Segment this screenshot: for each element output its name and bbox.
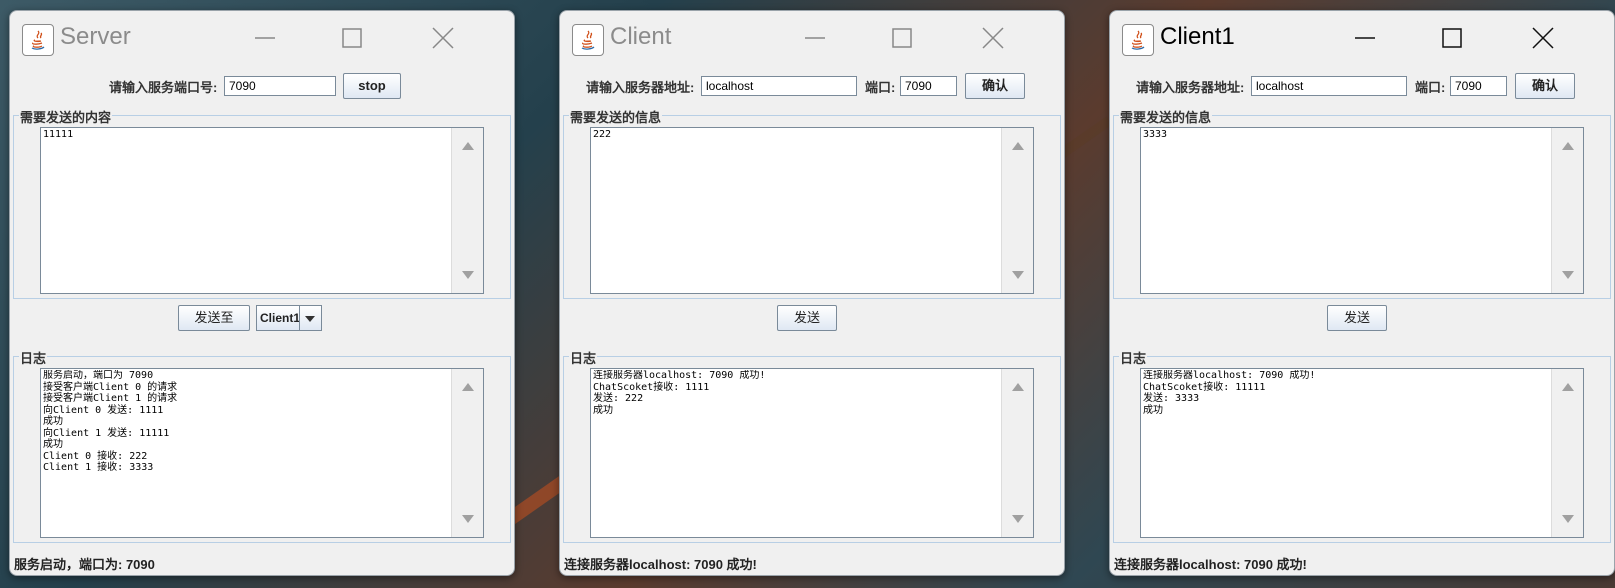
status-bar: 连接服务器localhost: 7090 成功! bbox=[1114, 557, 1307, 572]
log-text: 连接服务器localhost: 7090 成功! ChatScoket接收: 1… bbox=[1143, 370, 1316, 416]
send-text: 11111 bbox=[43, 129, 74, 140]
close-icon[interactable] bbox=[1528, 23, 1558, 53]
port-label: 端口: bbox=[1415, 80, 1446, 95]
scrollbar[interactable] bbox=[1551, 128, 1583, 293]
log-group: 日志 连接服务器localhost: 7090 成功! ChatScoket接收… bbox=[1113, 348, 1611, 543]
address-input[interactable]: localhost bbox=[701, 76, 857, 96]
minimize-icon[interactable] bbox=[800, 23, 830, 53]
confirm-button[interactable]: 确认 bbox=[1515, 73, 1575, 99]
scrollbar[interactable] bbox=[451, 369, 483, 537]
log-title: 日志 bbox=[19, 348, 48, 367]
port-input[interactable]: 7090 bbox=[224, 76, 336, 96]
stop-button[interactable]: stop bbox=[343, 73, 401, 99]
scrollbar[interactable] bbox=[1551, 369, 1583, 537]
scroll-up-icon[interactable] bbox=[462, 142, 474, 150]
status-bar: 服务启动，端口为: 7090 bbox=[14, 557, 155, 572]
scroll-down-icon[interactable] bbox=[1562, 515, 1574, 523]
client-select-value: Client1 bbox=[260, 311, 301, 325]
scroll-down-icon[interactable] bbox=[1012, 271, 1024, 279]
address-input[interactable]: localhost bbox=[1251, 76, 1407, 96]
log-text: 服务启动，端口为 7090 接受客户端Client 0 的请求 接受客户端Cli… bbox=[43, 370, 178, 473]
scroll-up-icon[interactable] bbox=[1562, 383, 1574, 391]
scroll-down-icon[interactable] bbox=[1012, 515, 1024, 523]
close-icon[interactable] bbox=[428, 23, 458, 53]
address-label: 请输入服务器地址: bbox=[586, 80, 695, 95]
send-content-group: 需要发送的内容 11111 bbox=[13, 107, 511, 299]
client-window: Client 请输入服务器地址: localhost 端口: 7090 确认 需… bbox=[559, 10, 1065, 576]
maximize-icon[interactable] bbox=[887, 23, 917, 53]
title-bar[interactable]: Server bbox=[10, 11, 514, 63]
window-title: Client bbox=[610, 23, 672, 50]
send-button[interactable]: 发送 bbox=[1327, 305, 1387, 331]
send-text: 3333 bbox=[1143, 129, 1168, 140]
port-input[interactable]: 7090 bbox=[1450, 76, 1507, 96]
title-bar[interactable]: Client1 bbox=[1110, 11, 1614, 63]
scroll-up-icon[interactable] bbox=[1012, 383, 1024, 391]
send-content-group: 需要发送的信息 3333 bbox=[1113, 107, 1611, 299]
log-title: 日志 bbox=[1119, 348, 1148, 367]
send-textarea[interactable]: 222 bbox=[590, 127, 1034, 294]
address-label: 请输入服务器地址: bbox=[1136, 80, 1245, 95]
log-group: 日志 连接服务器localhost: 7090 成功! ChatScoket接收… bbox=[563, 348, 1061, 543]
title-bar[interactable]: Client bbox=[560, 11, 1064, 63]
java-icon bbox=[572, 24, 604, 56]
send-content-title: 需要发送的信息 bbox=[569, 107, 663, 126]
java-icon bbox=[22, 24, 54, 56]
log-group: 日志 服务启动，端口为 7090 接受客户端Client 0 的请求 接受客户端… bbox=[13, 348, 511, 543]
scroll-up-icon[interactable] bbox=[1012, 142, 1024, 150]
log-title: 日志 bbox=[569, 348, 598, 367]
scroll-down-icon[interactable] bbox=[1562, 271, 1574, 279]
log-textarea[interactable]: 连接服务器localhost: 7090 成功! ChatScoket接收: 1… bbox=[1140, 368, 1584, 538]
scrollbar[interactable] bbox=[1001, 128, 1033, 293]
log-textarea[interactable]: 服务启动，端口为 7090 接受客户端Client 0 的请求 接受客户端Cli… bbox=[40, 368, 484, 538]
chevron-down-icon[interactable] bbox=[299, 306, 321, 330]
maximize-icon[interactable] bbox=[337, 23, 367, 53]
port-label: 请输入服务端口号: bbox=[109, 80, 218, 95]
client-select[interactable]: Client1 bbox=[256, 305, 322, 331]
send-textarea[interactable]: 11111 bbox=[40, 127, 484, 294]
send-text: 222 bbox=[593, 129, 612, 140]
close-icon[interactable] bbox=[978, 23, 1008, 53]
send-content-title: 需要发送的内容 bbox=[19, 107, 113, 126]
minimize-icon[interactable] bbox=[250, 23, 280, 53]
send-textarea[interactable]: 3333 bbox=[1140, 127, 1584, 294]
scrollbar[interactable] bbox=[1001, 369, 1033, 537]
scroll-up-icon[interactable] bbox=[462, 383, 474, 391]
confirm-button[interactable]: 确认 bbox=[965, 73, 1025, 99]
server-window: Server 请输入服务端口号: 7090 stop 需要发送的内容 11111… bbox=[9, 10, 515, 576]
port-input[interactable]: 7090 bbox=[900, 76, 957, 96]
window-title: Server bbox=[60, 23, 131, 50]
port-label: 端口: bbox=[865, 80, 896, 95]
scroll-down-icon[interactable] bbox=[462, 515, 474, 523]
window-title: Client1 bbox=[1160, 23, 1235, 50]
log-text: 连接服务器localhost: 7090 成功! ChatScoket接收: 1… bbox=[593, 370, 766, 416]
scroll-up-icon[interactable] bbox=[1562, 142, 1574, 150]
maximize-icon[interactable] bbox=[1437, 23, 1467, 53]
scroll-down-icon[interactable] bbox=[462, 271, 474, 279]
scrollbar[interactable] bbox=[451, 128, 483, 293]
send-button[interactable]: 发送 bbox=[777, 305, 837, 331]
java-icon bbox=[1122, 24, 1154, 56]
log-textarea[interactable]: 连接服务器localhost: 7090 成功! ChatScoket接收: 1… bbox=[590, 368, 1034, 538]
status-bar: 连接服务器localhost: 7090 成功! bbox=[564, 557, 757, 572]
client1-window: Client1 请输入服务器地址: localhost 端口: 7090 确认 … bbox=[1109, 10, 1615, 576]
send-content-group: 需要发送的信息 222 bbox=[563, 107, 1061, 299]
minimize-icon[interactable] bbox=[1350, 23, 1380, 53]
send-to-button[interactable]: 发送至 bbox=[178, 305, 250, 331]
send-content-title: 需要发送的信息 bbox=[1119, 107, 1213, 126]
